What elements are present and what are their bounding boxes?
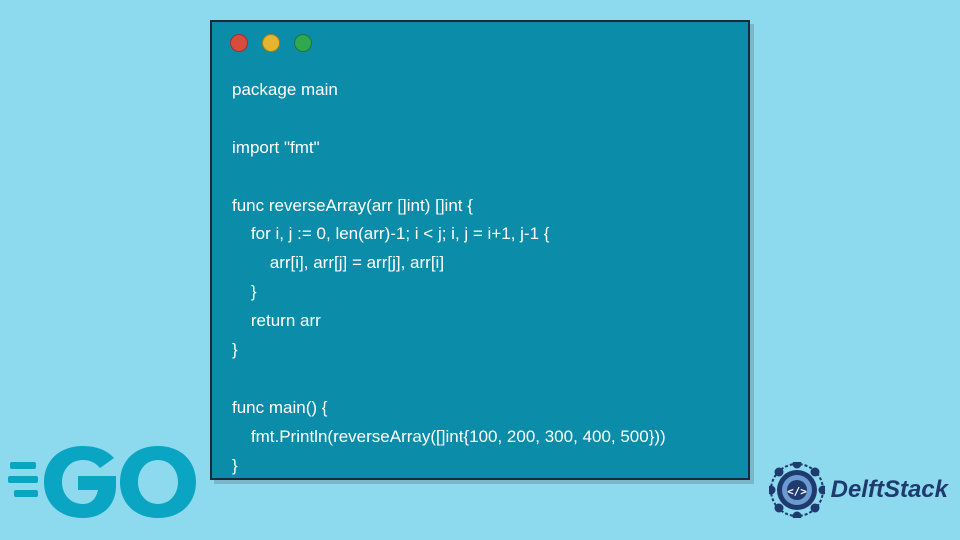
code-block: package main import "fmt" func reverseAr… xyxy=(212,58,748,500)
minimize-dot-icon xyxy=(262,34,280,52)
maximize-dot-icon xyxy=(294,34,312,52)
delftstack-label: DelftStack xyxy=(831,476,948,504)
delftstack-logo: </> DelftStack xyxy=(769,462,948,518)
close-dot-icon xyxy=(230,34,248,52)
code-window: package main import "fmt" func reverseAr… xyxy=(210,20,750,480)
delftstack-badge-icon: </> xyxy=(769,462,825,518)
svg-text:</>: </> xyxy=(787,485,807,498)
go-logo xyxy=(8,442,208,522)
window-titlebar xyxy=(212,22,748,58)
